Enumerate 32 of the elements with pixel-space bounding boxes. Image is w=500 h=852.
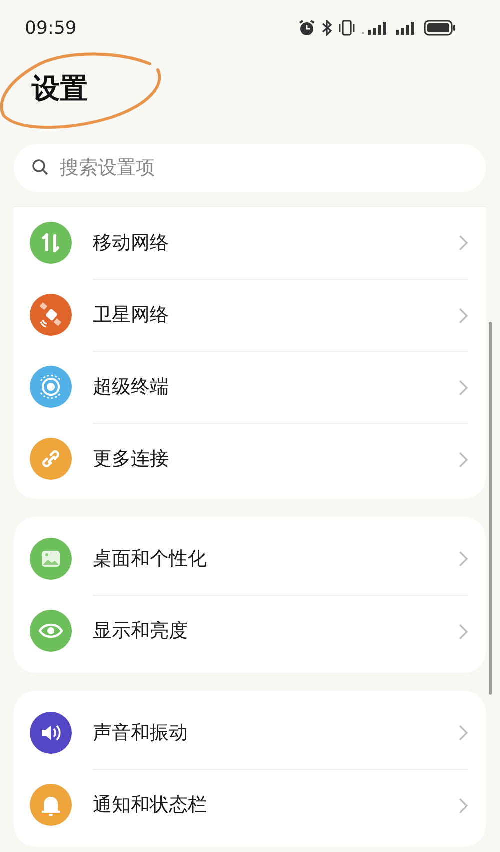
chevron-icon [459, 798, 468, 814]
settings-row[interactable]: 更多连接 [14, 423, 486, 495]
chevron-icon [459, 235, 468, 251]
settings-row[interactable]: 卫星网络 [14, 279, 486, 351]
settings-row[interactable]: 超级终端 [14, 351, 486, 423]
row-label: 通知和状态栏 [93, 793, 208, 818]
vibrate-icon [338, 20, 356, 36]
row-label: 移动网络 [93, 230, 170, 256]
battery-icon [424, 20, 456, 36]
alarm-icon [298, 19, 316, 37]
row-label: 声音和振动 [93, 720, 189, 746]
chevron-icon [459, 380, 468, 396]
status-time: 09:59 [25, 17, 77, 41]
chevron-icon [459, 551, 468, 567]
row-label: 超级终端 [93, 375, 170, 400]
page-title: 设置 [32, 75, 88, 103]
row-label: 显示和亮度 [93, 619, 189, 644]
chevron-icon [459, 624, 468, 640]
row-label: 卫星网络 [93, 303, 170, 328]
row-label: 更多连接 [93, 447, 170, 472]
row-label: 桌面和个性化 [93, 546, 208, 572]
search-field[interactable]: 搜索设置项 [14, 144, 486, 192]
settings-row[interactable]: 移动网络 [14, 207, 486, 279]
settings-row[interactable]: 桌面和个性化 [14, 523, 486, 595]
bluetooth-icon [322, 20, 332, 36]
chevron-icon [459, 452, 468, 468]
chevron-icon [459, 308, 468, 324]
settings-row[interactable]: 通知和状态栏 [14, 769, 486, 841]
settings-row[interactable]: 显示和亮度 [14, 595, 486, 667]
chevron-icon [459, 725, 468, 741]
search-icon [32, 159, 49, 176]
settings-row[interactable]: 声音和振动 [14, 697, 486, 769]
